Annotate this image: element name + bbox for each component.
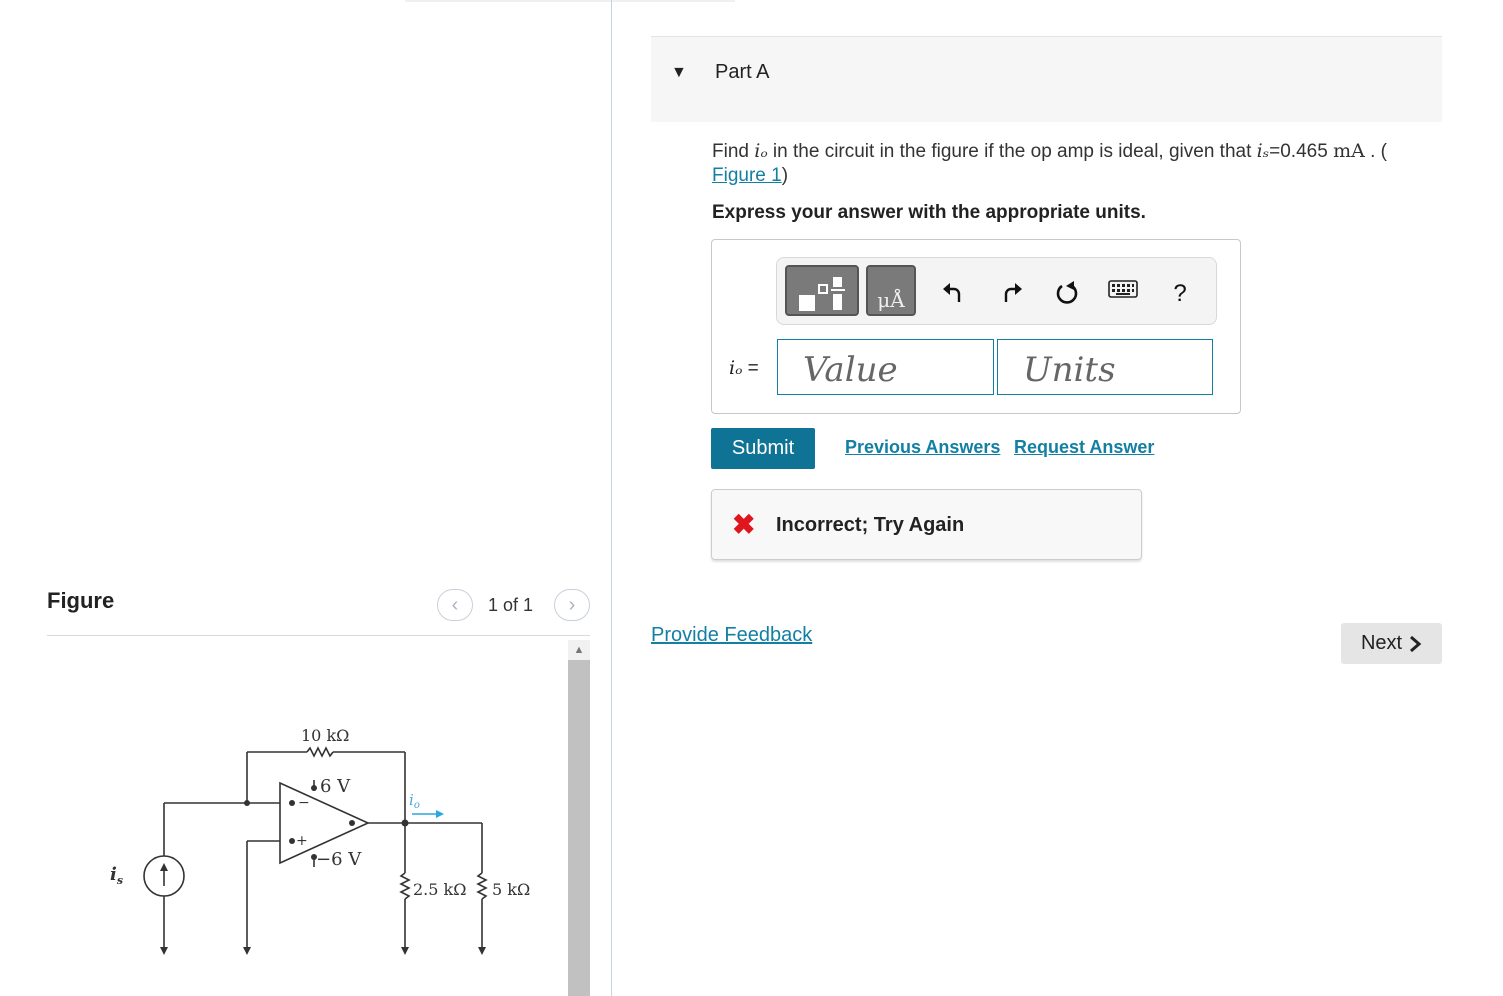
units-button[interactable]: μÅ bbox=[866, 265, 916, 316]
next-button[interactable]: Next bbox=[1341, 623, 1442, 664]
keyboard-icon bbox=[1108, 280, 1138, 298]
figure-next-button[interactable]: › bbox=[554, 589, 590, 621]
figure-header-rule bbox=[47, 635, 590, 636]
ground-arrow bbox=[160, 947, 168, 955]
question-text: Find iₒ in the circuit in the figure if … bbox=[712, 140, 1387, 186]
v-pos-label: 6 V bbox=[320, 776, 351, 797]
templates-icon bbox=[799, 277, 845, 311]
templates-button[interactable] bbox=[785, 265, 859, 316]
scroll-up-arrow[interactable]: ▲ bbox=[568, 640, 590, 660]
reset-button[interactable] bbox=[1053, 280, 1081, 306]
incorrect-x-icon: ✖ bbox=[732, 509, 756, 540]
redo-button[interactable] bbox=[999, 280, 1025, 304]
pane-divider[interactable] bbox=[611, 0, 612, 996]
feedback-status: Incorrect; Try Again bbox=[776, 514, 965, 536]
top-edge-line bbox=[405, 0, 735, 2]
previous-answers-link[interactable]: Previous Answers bbox=[845, 437, 1000, 458]
figure-prev-button[interactable]: ‹ bbox=[437, 589, 473, 621]
part-a-header[interactable] bbox=[651, 36, 1442, 122]
units-icon: μÅ bbox=[877, 288, 905, 312]
resistor-10k bbox=[306, 746, 334, 758]
undo-icon bbox=[943, 283, 961, 302]
io-label: io bbox=[409, 791, 420, 811]
figure-1-link[interactable]: Figure 1 bbox=[712, 165, 782, 186]
reset-icon bbox=[1056, 281, 1078, 304]
figure-title: Figure bbox=[47, 588, 115, 613]
is-label: is bbox=[110, 864, 123, 887]
chevron-right-icon: › bbox=[568, 593, 576, 616]
request-answer-link[interactable]: Request Answer bbox=[1014, 437, 1154, 458]
help-icon: ? bbox=[1173, 280, 1187, 307]
figure-pager: 1 of 1 bbox=[488, 595, 534, 615]
chevron-left-icon: ‹ bbox=[451, 593, 459, 616]
answer-variable-label: iₒ = bbox=[729, 357, 759, 379]
chevron-right-icon bbox=[1410, 635, 1422, 652]
v-neg-label: −6 V bbox=[316, 849, 362, 870]
circuit-diagram: − + 6 V −6 V 10 kΩ io 2.5 kΩ 5 kΩ is bbox=[110, 726, 530, 955]
keyboard-button[interactable] bbox=[1108, 280, 1138, 298]
plus-sign: + bbox=[296, 833, 308, 849]
current-source bbox=[143, 855, 185, 897]
next-label: Next bbox=[1360, 632, 1403, 654]
resistor-2-5k bbox=[399, 872, 411, 900]
help-button[interactable]: ? bbox=[1168, 280, 1192, 308]
collapse-caret-icon[interactable]: ▼ bbox=[671, 64, 687, 82]
r-feedback-label: 10 kΩ bbox=[301, 726, 349, 745]
value-input[interactable] bbox=[777, 339, 994, 395]
redo-icon bbox=[1004, 283, 1022, 302]
r1-label: 2.5 kΩ bbox=[413, 880, 467, 899]
minus-sign: − bbox=[298, 795, 310, 811]
resistor-5k bbox=[476, 872, 488, 900]
instruction-text: Express your answer with the appropriate… bbox=[712, 202, 1146, 223]
units-input[interactable] bbox=[997, 339, 1213, 395]
figure-scrollbar-thumb[interactable] bbox=[568, 660, 590, 996]
submit-button[interactable]: Submit bbox=[711, 428, 815, 469]
provide-feedback-link[interactable]: Provide Feedback bbox=[651, 624, 812, 647]
part-title: Part A bbox=[715, 61, 770, 83]
r2-label: 5 kΩ bbox=[492, 880, 530, 899]
undo-button[interactable] bbox=[940, 280, 966, 304]
